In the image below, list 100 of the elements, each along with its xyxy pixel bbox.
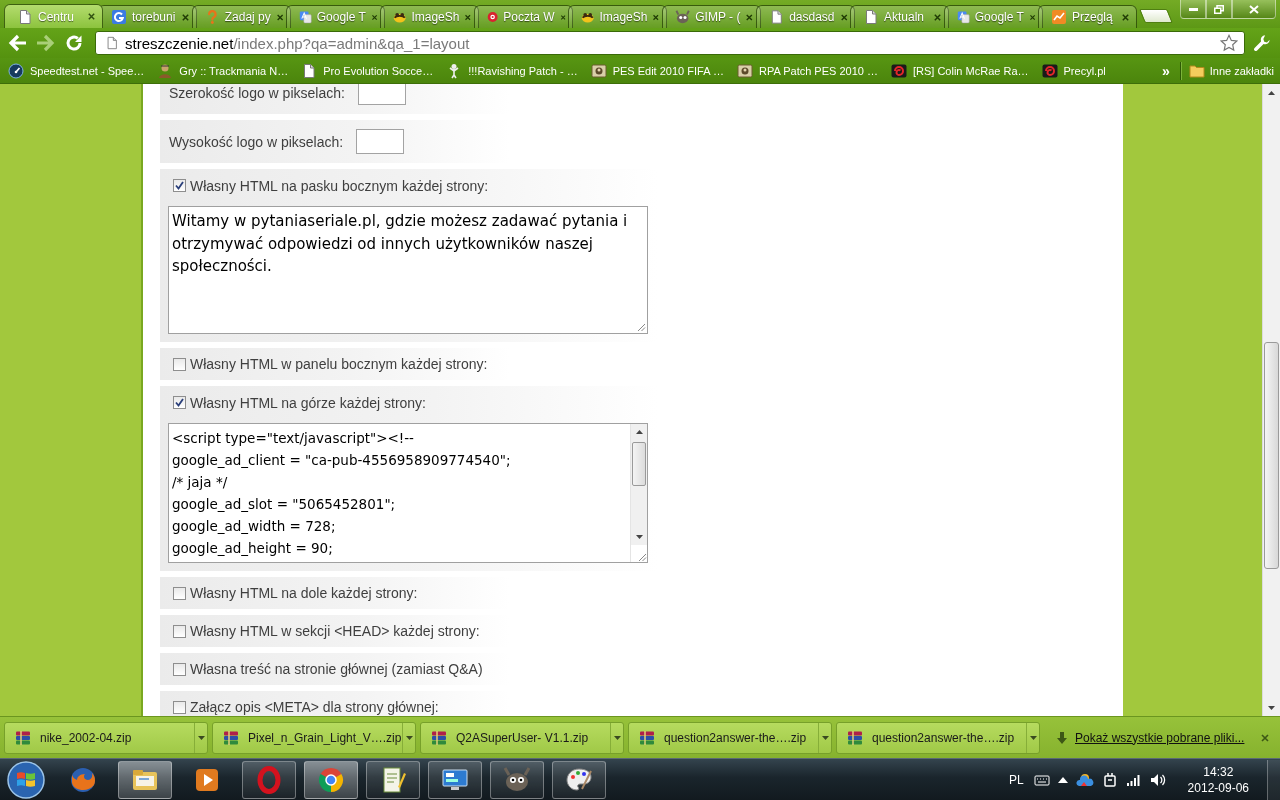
question-mark-icon — [205, 9, 220, 25]
start-button[interactable] — [6, 759, 46, 800]
download-menu-button[interactable] — [610, 722, 623, 753]
close-icon[interactable] — [745, 12, 754, 22]
field-label: Szerokość logo w pikselach: — [169, 84, 345, 101]
folder-icon — [1188, 63, 1205, 78]
swirl-icon — [890, 62, 907, 79]
close-icon[interactable] — [87, 12, 96, 21]
page-icon — [769, 9, 785, 25]
textarea-scrollbar[interactable] — [630, 424, 647, 562]
bookmark-item[interactable]: RPA Patch PES 2010 … — [730, 60, 884, 81]
books-stack-icon — [15, 729, 31, 746]
scroll-down-icon[interactable] — [1267, 703, 1276, 712]
books-stack-icon — [847, 729, 863, 746]
up-triangle-icon[interactable] — [1057, 775, 1068, 784]
checkmark-icon — [175, 181, 184, 190]
taskbar-button[interactable] — [118, 760, 172, 799]
minimize-button[interactable] — [1180, 0, 1206, 19]
caret-icon — [821, 735, 829, 740]
close-icon[interactable] — [839, 12, 848, 22]
show-desktop-button[interactable] — [1267, 759, 1280, 800]
taskbar-button[interactable] — [552, 760, 606, 799]
download-item[interactable]: question2answer-the….zip — [836, 721, 1040, 754]
cloud-icon[interactable] — [1075, 771, 1094, 788]
clock-time[interactable]: 14:32 — [1203, 763, 1234, 780]
bookmark-item[interactable]: Precyl.pl — [1035, 60, 1112, 81]
books-stack-icon — [223, 729, 239, 746]
bookmark-item[interactable]: Speedtest.net - Spee… — [2, 60, 151, 81]
taskbar-button[interactable] — [490, 760, 544, 799]
html-textarea[interactable]: Witamy w pytaniaseriale.pl, gdzie możesz zadawać pytania i otrzymywać odpowiedzi od innych użytkowników naszej społeczności. — [168, 206, 648, 334]
scroll-up-icon[interactable] — [634, 428, 644, 436]
photo-icon — [590, 62, 607, 79]
clock-date[interactable]: 2012-09-06 — [1187, 779, 1249, 796]
restore-button[interactable] — [1206, 0, 1232, 19]
more-bookmarks-button[interactable]: » — [1157, 62, 1175, 79]
reload-icon[interactable] — [64, 33, 84, 53]
page-icon — [863, 9, 879, 25]
close-icon[interactable] — [652, 12, 660, 22]
number-input[interactable] — [356, 129, 405, 154]
resize-grip-icon[interactable] — [636, 322, 646, 332]
taskbar-button[interactable] — [428, 760, 482, 799]
wrench-icon[interactable] — [1253, 34, 1271, 52]
download-menu-button[interactable] — [818, 722, 831, 753]
close-icon[interactable] — [1121, 12, 1130, 22]
close-window-button[interactable] — [1232, 0, 1276, 19]
download-item[interactable]: Q2ASuperUser- V1.1.zip — [420, 721, 624, 754]
bookmark-item[interactable]: PES Edit 2010 FIFA … — [584, 60, 730, 81]
resize-grip-icon[interactable] — [637, 552, 647, 562]
checkbox[interactable] — [173, 662, 186, 676]
close-icon[interactable] — [559, 12, 566, 22]
download-item[interactable]: Pixel_n_Grain_Light_V….zip — [212, 721, 416, 754]
taskbar-button[interactable] — [366, 760, 420, 799]
taskbar-button[interactable] — [304, 760, 358, 799]
show-all-downloads-link[interactable]: Pokaż wszystkie pobrane pliki... — [1075, 730, 1245, 745]
html-textarea[interactable]: <script type="text/javascript"><!-- google_ad_client = "ca-pub-4556958909774540"; /* jaja */ google_ad_slot = "5065452801"; google_ad_width = 728; google_ad_height = 90; — [168, 423, 648, 563]
download-item[interactable]: question2answer-the….zip — [628, 721, 832, 754]
caret-icon — [405, 735, 413, 740]
translate-tile-icon — [299, 9, 312, 25]
close-icon[interactable] — [933, 12, 942, 22]
checkbox[interactable] — [173, 357, 186, 371]
caret-icon — [613, 735, 621, 740]
checkbox[interactable] — [173, 179, 186, 192]
page-scrollbar[interactable] — [1262, 84, 1280, 716]
translate-tile-icon — [957, 9, 970, 25]
close-icon[interactable] — [1260, 732, 1270, 743]
download-menu-button[interactable] — [194, 722, 207, 753]
close-icon[interactable] — [464, 12, 472, 22]
caret-icon — [1029, 735, 1037, 740]
bookmark-item[interactable]: Gry :: Trackmania N… — [151, 60, 295, 81]
back-icon[interactable] — [8, 33, 28, 53]
scroll-up-icon[interactable] — [1267, 88, 1276, 97]
checkbox[interactable] — [173, 624, 186, 638]
other-bookmarks-button[interactable]: Inne zakładki — [1186, 61, 1277, 80]
scroll-down-icon[interactable] — [634, 533, 644, 541]
gauge-icon — [8, 62, 24, 79]
bookmark-item[interactable]: !!!Ravishing Patch - … — [440, 60, 584, 81]
checkbox-label: Własny HTML w panelu bocznym każdej strony: — [190, 356, 488, 372]
bookmark-item[interactable]: [RS] Colin McRae Ra… — [884, 60, 1035, 81]
bookmark-item[interactable]: Pro Evolution Socce… — [295, 60, 440, 81]
checkbox[interactable] — [173, 586, 186, 600]
close-icon[interactable] — [275, 12, 284, 22]
checkbox[interactable] — [173, 396, 186, 409]
download-menu-button[interactable] — [1026, 722, 1039, 753]
close-icon[interactable] — [370, 12, 378, 22]
address-field[interactable]: streszczenie.net/index.php?qa=admin&qa_1=layout — [95, 31, 1245, 55]
scrollbar-thumb[interactable] — [1264, 342, 1279, 569]
language-indicator[interactable]: PL — [1006, 772, 1026, 787]
swirl-icon — [1041, 62, 1058, 79]
checkbox[interactable] — [173, 700, 186, 714]
close-icon[interactable] — [1028, 12, 1036, 22]
download-item[interactable]: nike_2002-04.zip — [4, 721, 208, 754]
new-tab-button[interactable] — [1139, 9, 1173, 23]
star-icon[interactable] — [1220, 34, 1238, 52]
scrollbar-thumb[interactable] — [632, 442, 646, 486]
number-input[interactable] — [357, 84, 406, 105]
plug-icon[interactable] — [1101, 771, 1118, 788]
close-icon[interactable] — [181, 12, 190, 22]
page-icon — [105, 35, 119, 51]
download-menu-button[interactable] — [402, 722, 415, 753]
browser-tab[interactable]: Przeglą — [1038, 5, 1137, 28]
